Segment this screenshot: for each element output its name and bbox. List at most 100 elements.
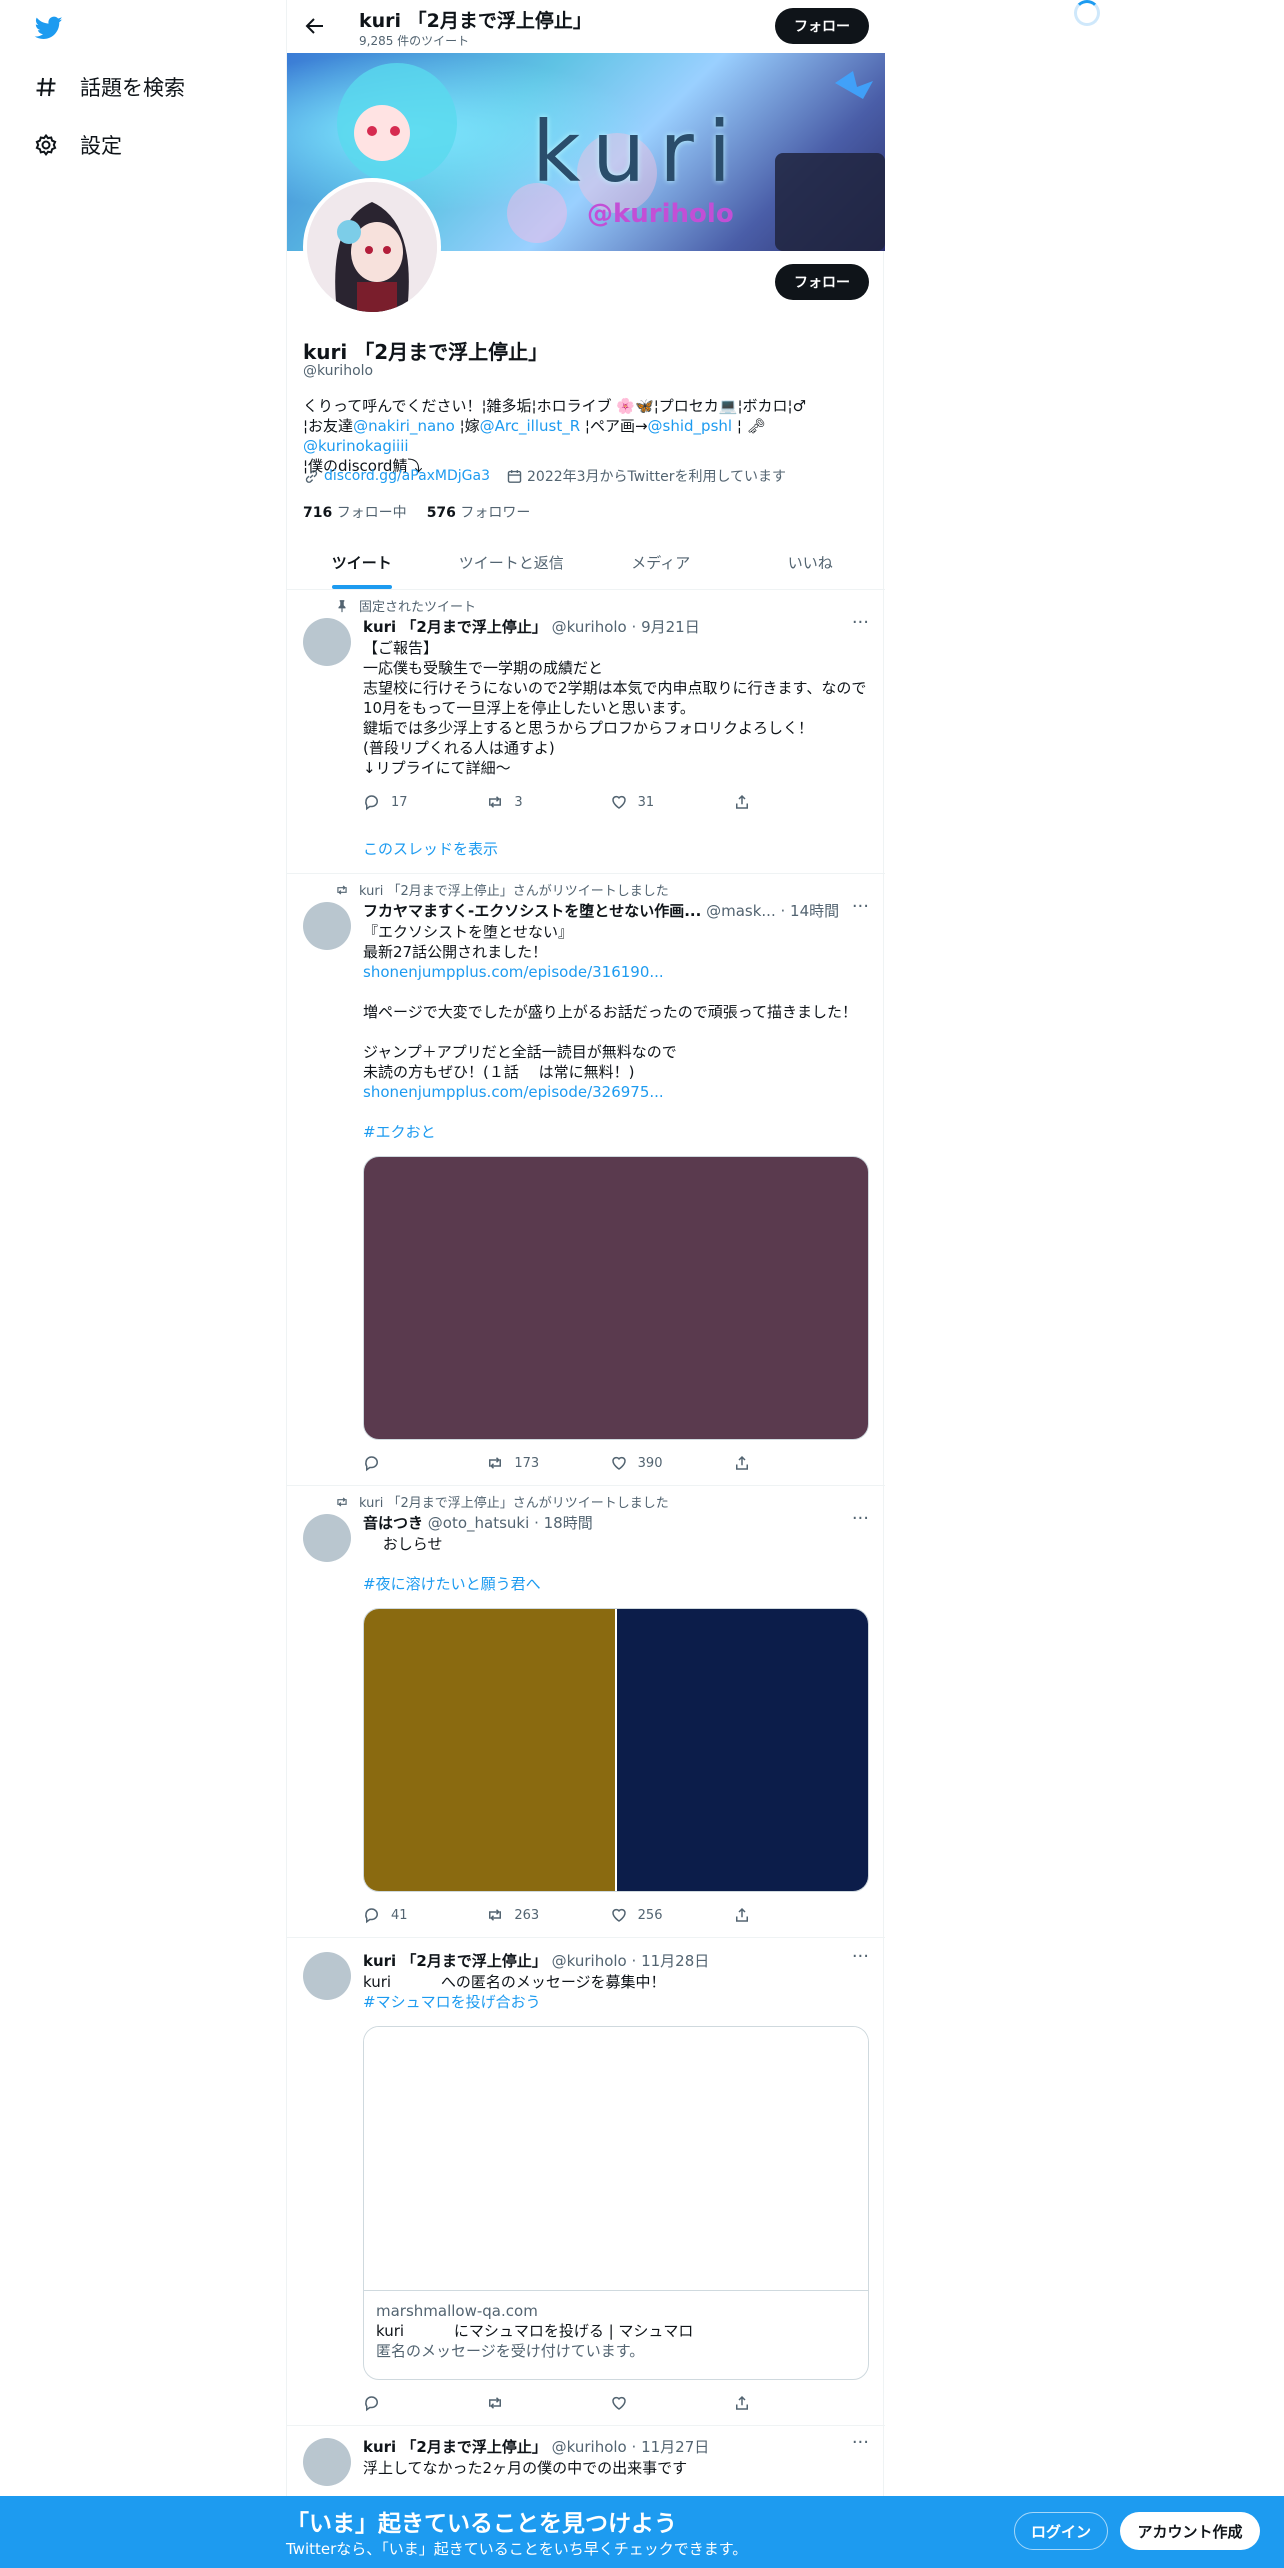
login-button[interactable]: ログイン — [1014, 2512, 1108, 2550]
tweet-url-link[interactable]: shonenjumpplus.com/episode/326975... — [363, 1083, 664, 1101]
back-arrow-icon[interactable] — [303, 14, 327, 38]
hashtag-link[interactable]: #マシュマロを投げ合おう — [363, 1993, 541, 2011]
like-count: 31 — [637, 794, 655, 810]
tweet-author-name[interactable]: フカヤマますく-エクソシストを堕とせない作画... — [363, 902, 701, 920]
tab-likes[interactable]: いいね — [736, 536, 886, 589]
like-button[interactable]: 390 — [610, 1454, 670, 1472]
signup-banner: 「いま」起きていることを見つけよう Twitterなら、「いま」起きていることを… — [0, 2496, 1284, 2568]
tweet-marshmallow[interactable]: kuri 「2月まで浮上停止」 @kuriholo · 11月28日 ··· k… — [287, 1938, 885, 2426]
tweet-author-name[interactable]: kuri 「2月まで浮上停止」 — [363, 2438, 547, 2456]
share-icon — [735, 1455, 748, 1470]
share-button[interactable] — [733, 1906, 793, 1924]
profile-avatar[interactable] — [303, 178, 441, 316]
profile-meta: discord.gg/aPaxMDjGa3 2022年3月からTwitterを利… — [303, 466, 786, 486]
tweet-time[interactable]: 11月28日 — [641, 1952, 709, 1970]
more-icon[interactable]: ··· — [852, 2432, 869, 2453]
tweet-author-handle[interactable]: @mask... — [706, 902, 776, 920]
tweet-text: 『エクソシストを堕とせない』 最新27話公開されました！ shonenjumpp… — [363, 922, 873, 1142]
bio-mention-link[interactable]: @kurinokagiiii — [303, 437, 409, 455]
tab-tweets[interactable]: ツイート — [287, 536, 437, 589]
profile-joined-date: 2022年3月からTwitterを利用しています — [527, 469, 787, 485]
profile-handle: @kuriholo — [303, 363, 374, 379]
retweet-button[interactable] — [486, 2394, 546, 2412]
profile-column: kuri 「2月まで浮上停止」 9,285 件のツイート フォロー kuri @… — [286, 0, 886, 2568]
tweet-pinned[interactable]: 固定されたツイート kuri 「2月まで浮上停止」 @kuriholo · 9月… — [287, 590, 885, 874]
profile-website-link[interactable]: discord.gg/aPaxMDjGa3 — [324, 468, 490, 484]
more-icon[interactable]: ··· — [852, 1508, 869, 1529]
tweet-author-handle[interactable]: @kuriholo — [552, 618, 627, 636]
profile-bio: くりって呼んでください！¦雑多垢¦ホロライブ 🌸🦋¦プロセカ💻¦ボカロ¦♂ ¦お友… — [303, 396, 869, 476]
reply-button[interactable]: 17 — [363, 793, 423, 811]
like-button[interactable] — [610, 2394, 670, 2412]
tweet-author-name[interactable]: kuri 「2月まで浮上停止」 — [363, 1952, 547, 1970]
avatar[interactable] — [303, 902, 351, 950]
like-button[interactable]: 31 — [610, 793, 670, 811]
banner-title: kuri — [532, 103, 746, 201]
link-card[interactable]: marshmallow-qa.com kuri にマシュマロを投げる | マシュ… — [363, 2026, 869, 2380]
profile-follow-button[interactable]: フォロー — [775, 264, 869, 300]
nav-explore[interactable]: 話題を検索 — [34, 72, 185, 102]
tweet-media-image-left[interactable] — [364, 1609, 615, 1891]
app-root: 話題を検索 設定 kuri 「2月まで浮上停止」 9,285 件のツイート フォ… — [0, 0, 1284, 2568]
bio-mention-link[interactable]: @shid_pshl — [648, 417, 733, 435]
heart-icon — [611, 1908, 626, 1922]
link-card-title: kuri にマシュマロを投げる | マシュマロ — [376, 2322, 694, 2340]
nav-settings[interactable]: 設定 — [34, 130, 122, 160]
twitter-bird-icon[interactable] — [33, 14, 65, 42]
hashtag-link[interactable]: #夜に溶けたいと願う君へ — [363, 1575, 541, 1593]
show-thread-link[interactable]: このスレッドを表示 — [363, 838, 498, 859]
tweet-author-handle[interactable]: @kuriholo — [552, 1952, 627, 1970]
header-title: kuri 「2月まで浮上停止」 — [359, 10, 592, 32]
more-icon[interactable]: ··· — [852, 896, 869, 917]
loading-spinner-icon — [1074, 0, 1100, 26]
more-icon[interactable]: ··· — [852, 1946, 869, 1967]
share-button[interactable] — [733, 1454, 793, 1472]
tweet-time[interactable]: 14時間 — [790, 902, 839, 920]
retweet-button[interactable]: 173 — [486, 1454, 546, 1472]
reply-button[interactable]: 41 — [363, 1906, 423, 1924]
avatar[interactable] — [303, 1514, 351, 1562]
followers-label: フォロワー — [460, 505, 531, 521]
hashtag-link[interactable]: #エクおと — [363, 1123, 436, 1141]
tweet-media-image-right[interactable] — [617, 1609, 868, 1891]
signup-button[interactable]: アカウント作成 — [1120, 2512, 1260, 2550]
retweet-count: 3 — [514, 794, 523, 810]
share-icon — [735, 794, 748, 809]
tweet-author-handle[interactable]: @kuriholo — [552, 2438, 627, 2456]
tweet-time[interactable]: 11月27日 — [641, 2438, 709, 2456]
tweet-time[interactable]: 9月21日 — [641, 618, 700, 636]
avatar[interactable] — [303, 2438, 351, 2486]
retweet-icon — [489, 1457, 502, 1469]
share-button[interactable] — [733, 793, 793, 811]
tweet-url-link[interactable]: shonenjumpplus.com/episode/316190... — [363, 963, 664, 981]
followers-count: 576 — [426, 505, 456, 521]
avatar[interactable] — [303, 1952, 351, 2000]
more-icon[interactable]: ··· — [852, 612, 869, 633]
bio-mention-link[interactable]: @Arc_illust_R — [480, 417, 580, 435]
tweet-author-name[interactable]: kuri 「2月まで浮上停止」 — [363, 618, 547, 636]
tweet-author-handle[interactable]: @oto_hatsuki — [428, 1514, 530, 1532]
tweet-retweet-manga[interactable]: kuri 「2月まで浮上停止」さんがリツイートしました フカヤマますく-エクソシ… — [287, 874, 885, 1486]
retweet-button[interactable]: 263 — [486, 1906, 546, 1924]
retweeted-by-label: kuri 「2月まで浮上停止」さんがリツイートしました — [359, 884, 669, 899]
share-button[interactable] — [733, 2394, 793, 2412]
header-follow-button[interactable]: フォロー — [775, 8, 869, 44]
tweet-retweet-announcement[interactable]: kuri 「2月まで浮上停止」さんがリツイートしました 音はつき @oto_ha… — [287, 1486, 885, 1938]
tweet-media-image[interactable] — [363, 1156, 869, 1440]
reply-button[interactable] — [363, 1454, 423, 1472]
tab-media[interactable]: メディア — [586, 536, 736, 589]
link-card-image — [364, 2027, 868, 2291]
tab-tweets-and-replies[interactable]: ツイートと返信 — [437, 536, 587, 589]
tweet-time[interactable]: 18時間 — [544, 1514, 593, 1532]
header-tweet-count: 9,285 件のツイート — [359, 34, 470, 48]
tweet-text-part: kuri への匿名のメッセージを募集中！ — [363, 1973, 666, 1991]
pin-icon — [338, 599, 346, 612]
bio-mention-link[interactable]: @nakiri_nano — [353, 417, 455, 435]
like-button[interactable]: 256 — [610, 1906, 670, 1924]
avatar[interactable] — [303, 618, 351, 666]
following-stat[interactable]: 716 フォロー中 — [303, 502, 407, 522]
followers-stat[interactable]: 576 フォロワー — [427, 502, 531, 522]
retweet-button[interactable]: 3 — [486, 793, 546, 811]
reply-button[interactable] — [363, 2394, 423, 2412]
tweet-author-name[interactable]: 音はつき — [363, 1514, 423, 1532]
